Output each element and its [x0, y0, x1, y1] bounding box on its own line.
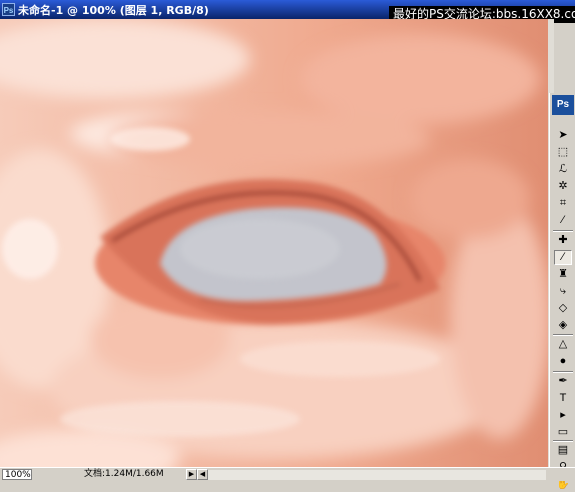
- path-selection-tool-icon[interactable]: ▸: [554, 408, 572, 423]
- eraser-tool-icon[interactable]: ◇: [554, 301, 572, 316]
- history-brush-tool-icon[interactable]: ⤷: [554, 284, 572, 299]
- rectangle-tool-icon[interactable]: ▭: [554, 425, 572, 440]
- healing-brush-tool-icon[interactable]: ✚: [554, 233, 572, 248]
- dodge-tool-icon[interactable]: ●: [554, 354, 572, 369]
- lasso-tool-icon[interactable]: ℒ: [554, 162, 572, 177]
- pen-tool-icon[interactable]: ✒: [554, 374, 572, 389]
- toolbox-panel: Ps ➤⬚ℒ✲⌗⁄✚∕♜⤷◇◈△●✒T▸▭▤⚲✋: [549, 93, 575, 490]
- painting: [0, 19, 548, 467]
- document-size-info: 文档:1.24M/1.66M: [84, 469, 164, 479]
- toolbox-separator: [553, 440, 573, 442]
- toolbox-separator: [553, 371, 573, 373]
- document-canvas[interactable]: [0, 19, 548, 467]
- slice-tool-icon[interactable]: ⁄: [554, 213, 572, 228]
- document-window: Ps 未命名-1 @ 100% (图层 1, RGB/8) 最好的PS交流论坛:…: [0, 0, 575, 490]
- scroll-left-arrow-icon[interactable]: ◀: [197, 469, 208, 480]
- paint-bucket-tool-icon[interactable]: ◈: [554, 318, 572, 333]
- toolbox-separator: [553, 230, 573, 232]
- window-title: 未命名-1 @ 100% (图层 1, RGB/8): [18, 4, 209, 17]
- photoshop-icon: Ps: [2, 3, 15, 16]
- zoom-field[interactable]: 100%: [2, 469, 32, 480]
- status-menu-arrow-icon[interactable]: ▶: [186, 469, 197, 480]
- status-bar: 100% 文档:1.24M/1.66M ▶ ◀: [0, 467, 575, 481]
- ps-logo: Ps: [552, 95, 574, 115]
- marquee-tool-icon[interactable]: ⬚: [554, 145, 572, 160]
- crop-tool-icon[interactable]: ⌗: [554, 196, 572, 211]
- horizontal-scrollbar[interactable]: [208, 470, 546, 480]
- move-tool-icon[interactable]: ➤: [554, 128, 572, 143]
- notes-tool-icon[interactable]: ▤: [554, 443, 572, 458]
- brush-tool-icon[interactable]: ∕: [554, 250, 572, 265]
- type-tool-icon[interactable]: T: [554, 391, 572, 406]
- toolbox-separator: [553, 334, 573, 336]
- magic-wand-tool-icon[interactable]: ✲: [554, 179, 572, 194]
- clone-stamp-tool-icon[interactable]: ♜: [554, 267, 572, 282]
- blur-tool-icon[interactable]: △: [554, 337, 572, 352]
